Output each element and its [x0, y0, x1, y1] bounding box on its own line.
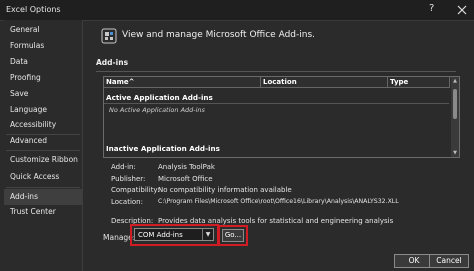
- ok-button[interactable]: OK: [394, 254, 434, 268]
- section-divider: [96, 71, 456, 72]
- window-title: Excel Options: [6, 5, 61, 14]
- manage-dropdown[interactable]: COM Add-ins ▼: [134, 228, 214, 241]
- chevron-down-icon[interactable]: ▼: [202, 229, 213, 240]
- page-title: View and manage Microsoft Office Add-ins…: [122, 30, 315, 40]
- detail-label-compatibility: Compatibility:: [111, 186, 160, 194]
- detail-label-publisher: Publisher:: [111, 175, 146, 183]
- options-sidebar: General Formulas Data Proofing Save Lang…: [4, 20, 83, 271]
- title-bar: Excel Options ?: [0, 0, 474, 21]
- sidebar-item-add-ins[interactable]: Add-ins: [4, 189, 82, 205]
- cancel-button[interactable]: Cancel: [429, 254, 469, 268]
- sidebar-divider: [6, 150, 80, 151]
- close-icon[interactable]: [454, 2, 470, 18]
- add-ins-table[interactable]: Name^ Location Type Active Application A…: [103, 76, 460, 158]
- empty-message: No Active Application Add-ins: [109, 106, 205, 114]
- column-header-location[interactable]: Location: [261, 77, 388, 88]
- sidebar-item-quick-access-toolbar[interactable]: Quick Access Toolbar: [4, 169, 82, 197]
- sidebar-item-language[interactable]: Language: [4, 102, 82, 118]
- sidebar-item-general[interactable]: General: [4, 22, 82, 38]
- detail-value-publisher: Microsoft Office: [158, 175, 213, 183]
- detail-value-location: C:\Program Files\Microsoft Office\root\O…: [158, 198, 399, 205]
- scroll-down-icon[interactable]: ▼: [451, 150, 459, 156]
- table-scrollbar[interactable]: ▲ ▼: [451, 77, 459, 157]
- sidebar-item-advanced[interactable]: Advanced: [4, 133, 82, 149]
- sidebar-item-customize-ribbon[interactable]: Customize Ribbon: [4, 152, 82, 168]
- manage-selected-value: COM Add-ins: [138, 231, 183, 239]
- scrollbar-thumb[interactable]: [453, 89, 457, 119]
- add-ins-panel: View and manage Microsoft Office Add-ins…: [84, 20, 474, 271]
- scroll-up-icon[interactable]: ▲: [451, 78, 459, 84]
- go-button[interactable]: Go...: [222, 229, 244, 242]
- column-header-name[interactable]: Name^: [104, 77, 261, 88]
- detail-value-compatibility: No compatibility information available: [158, 186, 292, 194]
- help-button[interactable]: ?: [429, 3, 434, 14]
- sidebar-item-formulas[interactable]: Formulas: [4, 38, 82, 54]
- sidebar-item-data[interactable]: Data: [4, 54, 82, 70]
- sidebar-item-save[interactable]: Save: [4, 86, 82, 102]
- column-header-type[interactable]: Type: [388, 77, 450, 88]
- group-header-active: Active Application Add-ins: [106, 93, 213, 102]
- section-title: Add-ins: [96, 58, 129, 67]
- detail-label-location: Location:: [111, 198, 143, 206]
- sidebar-divider: [6, 187, 80, 188]
- sidebar-item-proofing[interactable]: Proofing: [4, 70, 82, 86]
- group-divider: [104, 103, 449, 104]
- sidebar-item-accessibility[interactable]: Accessibility: [4, 117, 82, 133]
- group-header-inactive: Inactive Application Add-ins: [106, 144, 220, 153]
- sidebar-item-trust-center[interactable]: Trust Center: [4, 204, 82, 220]
- detail-label-add-in: Add-in:: [111, 163, 136, 171]
- detail-value-add-in: Analysis ToolPak: [158, 163, 215, 171]
- add-ins-icon: [101, 28, 117, 44]
